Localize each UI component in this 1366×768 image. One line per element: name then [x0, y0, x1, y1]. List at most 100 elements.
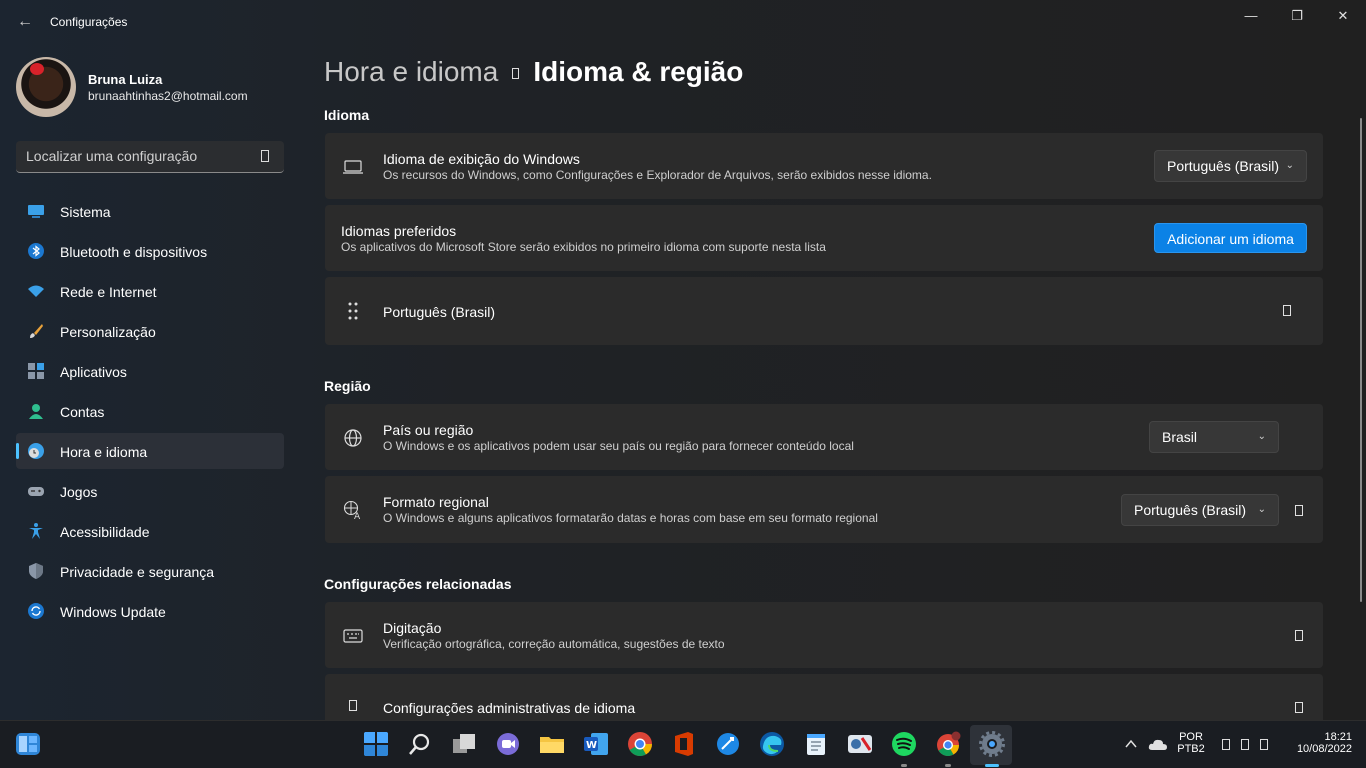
search-input[interactable] [26, 141, 256, 171]
system-icon [28, 205, 44, 218]
sidebar-item-hora-idioma[interactable]: Hora e idioma [16, 433, 284, 469]
scrollbar[interactable] [1360, 118, 1362, 602]
chrome-icon[interactable] [627, 731, 653, 757]
chevron-right-icon [512, 68, 520, 80]
admin-language-card[interactable]: Configurações administrativas de idioma [325, 674, 1323, 720]
settings-icon[interactable] [979, 731, 1005, 757]
admin-language-title: Configurações administrativas de idioma [383, 700, 636, 716]
sidebar-item-windows-update[interactable]: Windows Update [16, 593, 284, 629]
app-blue-icon[interactable] [715, 731, 741, 757]
active-indicator [985, 764, 999, 767]
running-indicator [945, 764, 951, 767]
admin-language-icon [349, 700, 357, 711]
page-title: Hora e idioma Idioma & região [324, 56, 743, 96]
add-language-button[interactable]: Adicionar um idioma [1154, 223, 1307, 253]
open-external-icon[interactable] [1295, 702, 1303, 713]
chevron-down-icon: ⌄ [1285, 160, 1294, 171]
user-profile[interactable]: Bruna Luiza brunaahtinhas2@hotmail.com [16, 57, 296, 117]
country-dropdown[interactable]: Brasil ⌄ [1149, 421, 1279, 453]
volume-icon[interactable] [1241, 739, 1249, 750]
edge-icon[interactable] [759, 731, 785, 757]
search-icon[interactable] [407, 731, 433, 757]
regional-format-card[interactable]: A Formato regional O Windows e alguns ap… [325, 476, 1323, 543]
sidebar-item-label: Bluetooth e dispositivos [60, 244, 208, 260]
more-options-icon[interactable] [1283, 305, 1291, 316]
drag-handle-icon[interactable] [343, 301, 363, 321]
clock-date: 10/08/2022 [1296, 743, 1352, 755]
sidebar-item-rede[interactable]: Rede e Internet [16, 273, 284, 309]
chevron-right-icon[interactable] [1295, 630, 1303, 641]
expand-icon[interactable] [1295, 505, 1303, 516]
typing-subtitle: Verificação ortográfica, correção automá… [383, 637, 725, 651]
widgets-icon[interactable] [16, 733, 40, 755]
sidebar-item-label: Aplicativos [60, 364, 127, 380]
display-language-dropdown[interactable]: Português (Brasil) ⌄ [1154, 150, 1307, 182]
chevron-down-icon: ⌄ [1257, 431, 1266, 442]
language-line-1: POR [1179, 731, 1203, 743]
preferred-languages-subtitle: Os aplicativos do Microsoft Store serão … [341, 240, 826, 254]
search-icon[interactable] [261, 150, 269, 162]
settings-window: ← Configurações — ❐ ✕ Bruna Luiza brunaa… [0, 0, 1366, 720]
word-icon[interactable]: W [583, 731, 609, 757]
breadcrumb-parent[interactable]: Hora e idioma [324, 56, 498, 87]
file-explorer-icon[interactable] [539, 731, 565, 757]
brush-icon [30, 324, 43, 338]
sidebar-item-label: Hora e idioma [60, 444, 148, 460]
sidebar-item-acessibilidade[interactable]: Acessibilidade [16, 513, 284, 549]
app-misc-icon[interactable] [847, 731, 873, 757]
app-title: Configurações [50, 15, 128, 29]
installed-language-item[interactable]: Português (Brasil) [325, 277, 1323, 345]
country-region-subtitle: O Windows e os aplicativos podem usar se… [383, 439, 854, 453]
sidebar-item-personalizacao[interactable]: Personalização [16, 313, 284, 349]
sidebar-item-label: Rede e Internet [60, 284, 157, 300]
sidebar-item-label: Contas [60, 404, 105, 420]
search-box[interactable] [16, 141, 284, 173]
profile-name: Bruna Luiza [88, 72, 163, 87]
dropdown-value: Português (Brasil) [1167, 158, 1280, 174]
network-icon[interactable] [1222, 739, 1230, 750]
typing-card[interactable]: Digitação Verificação ortográfica, corre… [325, 602, 1323, 668]
start-icon[interactable] [363, 731, 389, 757]
sidebar-item-privacidade[interactable]: Privacidade e segurança [16, 553, 284, 589]
laptop-icon [343, 160, 363, 174]
language-indicator[interactable]: POR PTB2 [1176, 731, 1206, 755]
spotify-icon[interactable] [891, 731, 917, 757]
keyboard-icon [343, 629, 363, 643]
task-view-icon[interactable] [451, 731, 477, 757]
section-title-related: Configurações relacionadas [324, 576, 512, 592]
installed-language-label: Português (Brasil) [383, 304, 496, 320]
gamepad-icon [28, 487, 44, 496]
restore-icon[interactable]: ❐ [1274, 0, 1320, 32]
regional-format-dropdown[interactable]: Português (Brasil) ⌄ [1121, 494, 1279, 526]
taskbar: W POR PTB2 18:21 10/08/2022 [0, 720, 1366, 768]
sidebar-item-bluetooth[interactable]: Bluetooth e dispositivos [16, 233, 284, 269]
chrome-profile-icon[interactable] [935, 731, 961, 757]
close-icon[interactable]: ✕ [1320, 0, 1366, 32]
svg-text:A: A [354, 512, 361, 520]
typing-title: Digitação [383, 620, 442, 636]
onedrive-icon[interactable] [1148, 737, 1168, 751]
sidebar-item-label: Personalização [60, 324, 156, 340]
update-icon [28, 603, 44, 619]
regional-format-icon: A [343, 500, 361, 520]
sidebar-item-label: Jogos [60, 484, 98, 500]
back-arrow-icon[interactable]: ← [12, 10, 38, 34]
language-line-2: PTB2 [1177, 743, 1205, 755]
battery-icon[interactable] [1260, 739, 1268, 750]
chevron-up-icon[interactable] [1124, 737, 1138, 751]
sidebar-item-label: Acessibilidade [60, 524, 150, 540]
teams-chat-icon[interactable] [495, 731, 521, 757]
sidebar-item-sistema[interactable]: Sistema [16, 193, 284, 229]
clock[interactable]: 18:21 10/08/2022 [1282, 731, 1352, 755]
office-icon[interactable] [671, 731, 697, 757]
regional-format-title: Formato regional [383, 494, 489, 510]
minimize-icon[interactable]: — [1228, 0, 1274, 32]
sidebar-item-jogos[interactable]: Jogos [16, 473, 284, 509]
country-region-title: País ou região [383, 422, 474, 438]
sidebar-item-contas[interactable]: Contas [16, 393, 284, 429]
chevron-down-icon: ⌄ [1257, 504, 1266, 515]
account-icon [29, 404, 43, 419]
country-region-card: País ou região O Windows e os aplicativo… [325, 404, 1323, 470]
sidebar-item-aplicativos[interactable]: Aplicativos [16, 353, 284, 389]
notepad-icon[interactable] [803, 731, 829, 757]
